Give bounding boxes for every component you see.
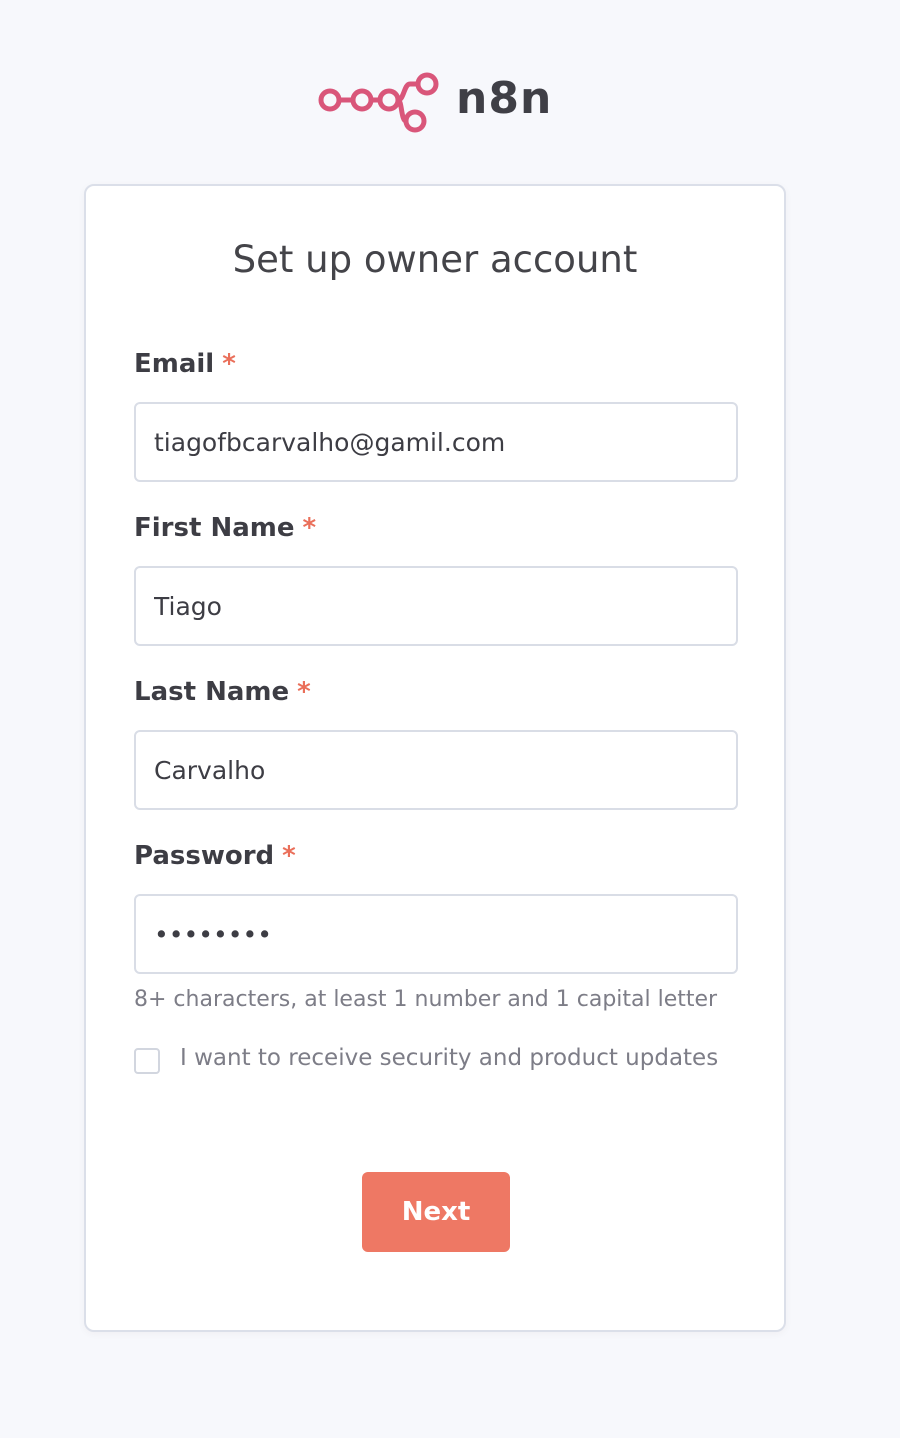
required-marker: *	[282, 841, 296, 871]
last-name-label-text: Last Name	[134, 677, 290, 707]
password-field[interactable]	[134, 894, 738, 974]
first-name-label: First Name *	[134, 512, 316, 544]
email-field[interactable]	[134, 402, 738, 482]
updates-checkbox-row[interactable]: I want to receive security and product u…	[134, 1045, 718, 1074]
logo-wordmark: n8n	[456, 73, 553, 124]
required-marker: *	[222, 349, 236, 379]
password-label-text: Password	[134, 841, 275, 871]
n8n-logo: n8n	[318, 68, 552, 134]
password-label: Password *	[134, 840, 296, 872]
updates-checkbox-label[interactable]: I want to receive security and product u…	[180, 1045, 718, 1071]
required-marker: *	[302, 513, 317, 543]
n8n-node-graph-icon	[318, 72, 439, 133]
password-hint: 8+ characters, at least 1 number and 1 c…	[134, 987, 718, 1012]
page-title: Set up owner account	[232, 238, 638, 281]
next-button[interactable]: Next	[362, 1172, 510, 1252]
email-label-text: Email	[134, 349, 215, 379]
email-label: Email *	[134, 348, 236, 380]
updates-checkbox[interactable]	[134, 1048, 160, 1074]
first-name-label-text: First Name	[134, 513, 295, 543]
required-marker: *	[297, 677, 311, 707]
first-name-field[interactable]	[134, 566, 738, 646]
last-name-label: Last Name *	[134, 676, 311, 708]
last-name-field[interactable]	[134, 730, 738, 810]
setup-owner-card: Set up owner account Email* First Name* …	[84, 184, 786, 1332]
